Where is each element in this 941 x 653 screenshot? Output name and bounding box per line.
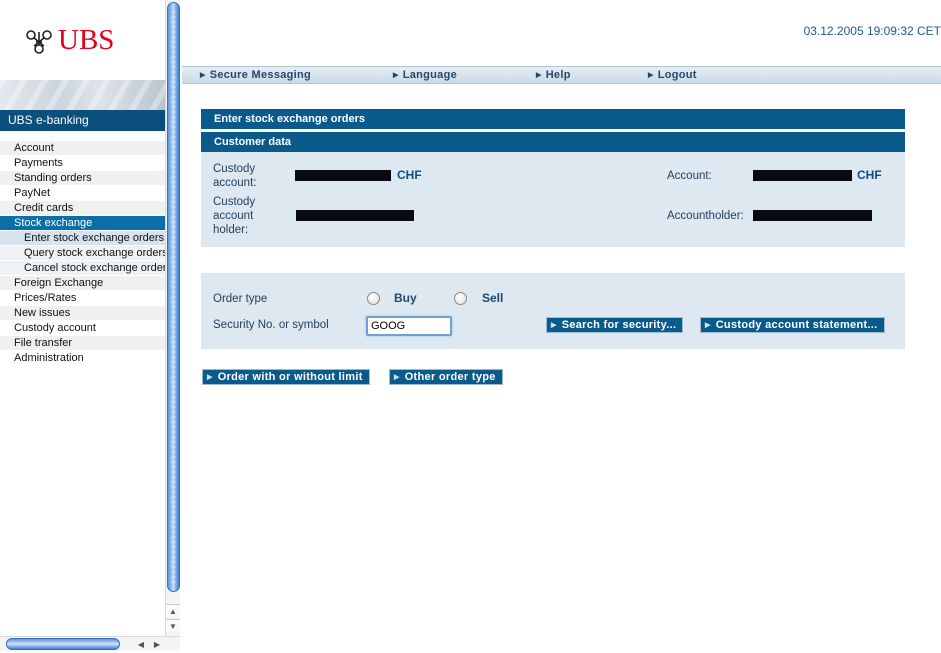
horizontal-scroll-thumb[interactable] — [6, 638, 120, 650]
custody-account-currency: CHF — [397, 168, 422, 182]
arrow-right-icon: ▶ — [551, 322, 557, 329]
ubs-wordmark: UBS — [58, 24, 115, 56]
arrow-right-icon: ▶ — [648, 72, 654, 79]
arrow-right-icon: ▶ — [393, 72, 399, 79]
search-security-button[interactable]: ▶ Search for security... — [546, 317, 684, 333]
sidebar-item-prices-rates[interactable]: Prices/Rates — [0, 291, 165, 306]
scroll-left-arrow-icon[interactable]: ◀ — [134, 638, 148, 651]
arrow-right-icon: ▶ — [207, 374, 213, 381]
sidebar-item-account[interactable]: Account — [0, 141, 165, 156]
vertical-scrollbar[interactable]: ▲ ▼ — [165, 0, 180, 637]
vertical-scroll-thumb[interactable] — [167, 2, 180, 592]
topnav-help[interactable]: ▶ Help — [536, 67, 571, 83]
sidebar-subitem-enter-orders[interactable]: Enter stock exchange orders — [0, 231, 165, 246]
order-type-label: Order type — [213, 293, 268, 305]
topnav-secure-messaging[interactable]: ▶ Secure Messaging — [200, 67, 311, 83]
customer-data-panel: Custody account: CHF Custody account hol… — [201, 152, 905, 247]
sidebar-item-standing-orders[interactable]: Standing orders — [0, 171, 165, 186]
ebanking-title: UBS e-banking — [0, 110, 165, 131]
sidebar-item-custody-account[interactable]: Custody account — [0, 321, 165, 336]
header-photo — [0, 80, 165, 110]
sidebar-item-stock-exchange[interactable]: Stock exchange — [0, 216, 165, 231]
sidebar-item-new-issues[interactable]: New issues — [0, 306, 165, 321]
other-order-type-button[interactable]: ▶ Other order type — [389, 369, 503, 385]
arrow-right-icon: ▶ — [200, 72, 206, 79]
sidebar-subitem-query-orders[interactable]: Query stock exchange orders — [0, 246, 165, 261]
sidebar-item-file-transfer[interactable]: File transfer — [0, 336, 165, 351]
sell-label[interactable]: Sell — [482, 291, 503, 305]
sidebar-item-administration[interactable]: Administration — [0, 351, 165, 366]
sell-radio[interactable] — [454, 292, 467, 305]
sidebar-item-payments[interactable]: Payments — [0, 156, 165, 171]
ubs-logo[interactable]: UBS — [22, 22, 122, 62]
accountholder-label: Accountholder: — [667, 210, 744, 222]
arrow-right-icon: ▶ — [705, 322, 711, 329]
custody-holder-label: Custody account holder: — [213, 196, 256, 236]
redacted-custody-holder — [296, 210, 414, 221]
session-datetime: 03.12.2005 19:09:32 CET — [803, 24, 941, 38]
redacted-custody-account — [295, 170, 391, 181]
account-label: Account: — [667, 170, 712, 182]
order-entry-panel: Order type Buy Sell Security No. or symb… — [201, 273, 905, 349]
account-currency: CHF — [857, 168, 882, 182]
buy-label[interactable]: Buy — [394, 291, 417, 305]
horizontal-scrollbar[interactable]: ◀ ▶ — [0, 636, 180, 651]
security-label: Security No. or symbol — [213, 319, 329, 331]
top-navigation: ▶ Secure Messaging ▶ Language ▶ Help ▶ Logou… — [182, 66, 941, 84]
sidebar-nav: Account Payments Standing orders PayNet … — [0, 141, 165, 366]
customer-data-heading: Customer data — [201, 132, 905, 152]
scroll-down-arrow-icon[interactable]: ▼ — [166, 619, 180, 632]
topnav-logout[interactable]: ▶ Logout — [648, 67, 697, 83]
arrow-right-icon: ▶ — [394, 374, 400, 381]
redacted-accountholder — [753, 210, 872, 221]
custody-statement-button[interactable]: ▶ Custody account statement... — [700, 317, 885, 333]
arrow-right-icon: ▶ — [536, 72, 542, 79]
custody-account-label: Custody account: — [213, 163, 257, 189]
sidebar-subitem-cancel-orders[interactable]: Cancel stock exchange orders — [0, 261, 165, 276]
ubs-keys-icon — [26, 30, 52, 54]
page-title: Enter stock exchange orders — [201, 109, 905, 129]
scroll-up-arrow-icon[interactable]: ▲ — [166, 604, 180, 617]
left-navigation-frame: UBS UBS e-banking Account Payments Stand… — [0, 0, 180, 653]
sidebar-item-foreign-exchange[interactable]: Foreign Exchange — [0, 276, 165, 291]
sidebar-item-credit-cards[interactable]: Credit cards — [0, 201, 165, 216]
topnav-language[interactable]: ▶ Language — [393, 67, 457, 83]
redacted-account — [753, 170, 852, 181]
buy-radio[interactable] — [367, 292, 380, 305]
security-symbol-input[interactable] — [366, 316, 452, 336]
sidebar-item-paynet[interactable]: PayNet — [0, 186, 165, 201]
scroll-right-arrow-icon[interactable]: ▶ — [150, 638, 164, 651]
order-with-limit-button[interactable]: ▶ Order with or without limit — [202, 369, 370, 385]
